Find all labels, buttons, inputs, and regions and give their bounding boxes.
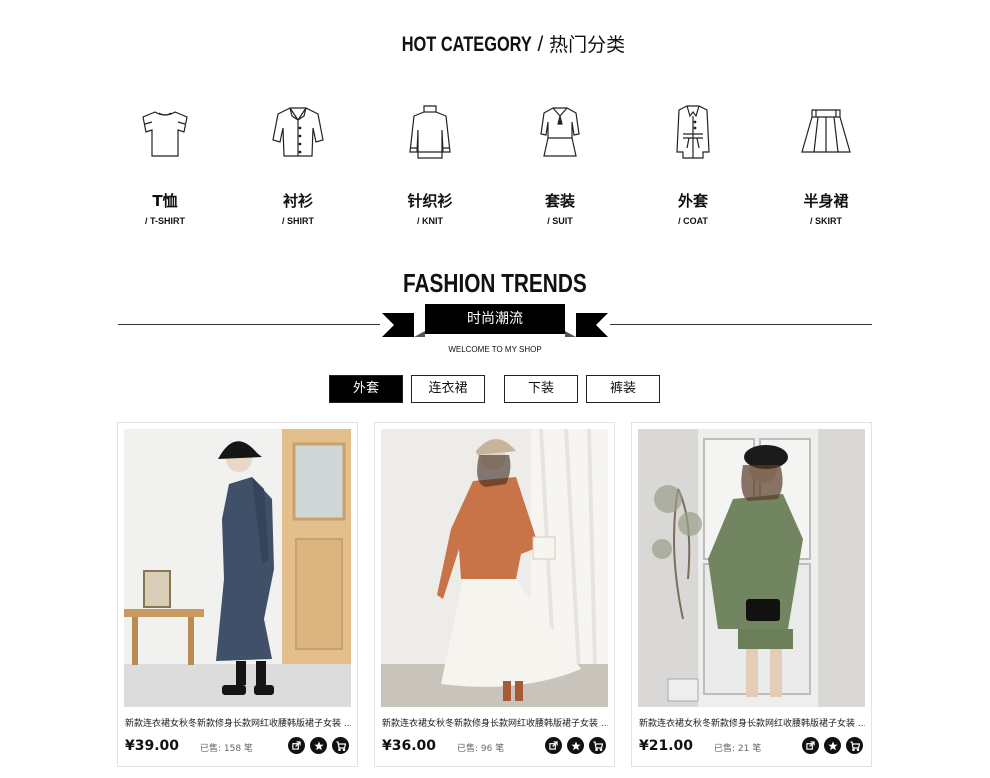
skirt-icon	[801, 109, 851, 153]
product-sold-count: 已售: 158 笔	[200, 744, 253, 754]
fashion-trends-title: FASHION TRENDS	[0, 268, 990, 299]
category-tshirt[interactable]: T恤 / T-SHIRT	[105, 100, 225, 226]
product-card[interactable]: 新款连衣裙女秋冬新款修身长款网红收腰韩版裙子女装 ... ¥39.00 已售: …	[117, 422, 358, 767]
category-label-cn: 外套	[677, 192, 708, 210]
category-label-en: / SUIT	[547, 216, 573, 226]
category-coat[interactable]: 外套 / COAT	[633, 100, 753, 226]
product-price: ¥21.00	[639, 738, 694, 754]
category-label-cn: 半身裙	[803, 192, 849, 210]
category-label-cn: 套装	[544, 192, 575, 210]
product-price: ¥39.00	[125, 738, 180, 754]
coat-icon	[676, 105, 710, 159]
welcome-subtitle: WELCOME TO MY SHOP	[448, 345, 542, 354]
category-label-en: / T-SHIRT	[145, 216, 185, 226]
divider-right	[610, 324, 872, 325]
cart-icon[interactable]	[846, 737, 863, 754]
category-skirt[interactable]: 半身裙 / SKIRT	[766, 100, 886, 226]
product-title[interactable]: 新款连衣裙女秋冬新款修身长款网红收腰韩版裙子女装 ...	[639, 716, 865, 729]
tshirt-icon	[142, 111, 188, 157]
product-sold-count: 已售: 96 笔	[457, 744, 505, 754]
category-label-en: / SHIRT	[281, 216, 314, 226]
product-actions	[802, 737, 863, 754]
fashion-trends-title-text: FASHION TRENDS	[403, 268, 587, 298]
product-sold-count: 已售: 21 笔	[714, 744, 762, 754]
suit-icon	[540, 107, 580, 157]
hot-category-separator: /	[531, 33, 550, 56]
cart-icon[interactable]	[332, 737, 349, 754]
category-label-en: / KNIT	[417, 216, 443, 226]
product-card[interactable]: 新款连衣裙女秋冬新款修身长款网红收腰韩版裙子女装 ... ¥36.00 已售: …	[374, 422, 615, 767]
product-card[interactable]: 新款连衣裙女秋冬新款修身长款网红收腰韩版裙子女装 ... ¥21.00 已售: …	[631, 422, 872, 767]
category-label-en: / COAT	[678, 216, 708, 226]
category-shirt[interactable]: 衬衫 / SHIRT	[238, 100, 358, 226]
product-actions	[288, 737, 349, 754]
category-label-cn: 衬衫	[282, 192, 313, 210]
tab-coat[interactable]: 外套	[329, 375, 403, 403]
product-title[interactable]: 新款连衣裙女秋冬新款修身长款网红收腰韩版裙子女装 ...	[382, 716, 608, 729]
favorite-star-icon[interactable]	[824, 737, 841, 754]
share-icon[interactable]	[802, 737, 819, 754]
hot-category-title-en: HOT CATEGORY	[401, 33, 532, 56]
share-icon[interactable]	[288, 737, 305, 754]
cart-icon[interactable]	[589, 737, 606, 754]
share-icon[interactable]	[545, 737, 562, 754]
favorite-star-icon[interactable]	[310, 737, 327, 754]
hot-category-title-cn: 热门分类	[549, 34, 626, 56]
shirt-icon	[272, 107, 324, 157]
category-knit[interactable]: 针织衫 / KNIT	[370, 100, 490, 226]
ribbon-text: 时尚潮流	[467, 311, 523, 327]
tab-pants[interactable]: 裤装	[586, 375, 660, 403]
product-actions	[545, 737, 606, 754]
category-suit[interactable]: 套装 / SUIT	[500, 100, 620, 226]
hot-category-title: HOT CATEGORY / 热门分类	[0, 30, 990, 57]
product-image[interactable]	[124, 429, 351, 707]
category-label-cn: 针织衫	[407, 192, 453, 210]
tab-dress[interactable]: 连衣裙	[411, 375, 485, 403]
divider-left	[118, 324, 380, 325]
knit-icon	[409, 105, 451, 159]
favorite-star-icon[interactable]	[567, 737, 584, 754]
category-label-cn: T恤	[152, 192, 178, 210]
category-label-en: / SKIRT	[809, 216, 842, 226]
tab-bottoms[interactable]: 下装	[504, 375, 578, 403]
product-image[interactable]	[638, 429, 865, 707]
product-image[interactable]	[381, 429, 608, 707]
product-title[interactable]: 新款连衣裙女秋冬新款修身长款网红收腰韩版裙子女装 ...	[125, 716, 351, 729]
product-price: ¥36.00	[382, 738, 437, 754]
